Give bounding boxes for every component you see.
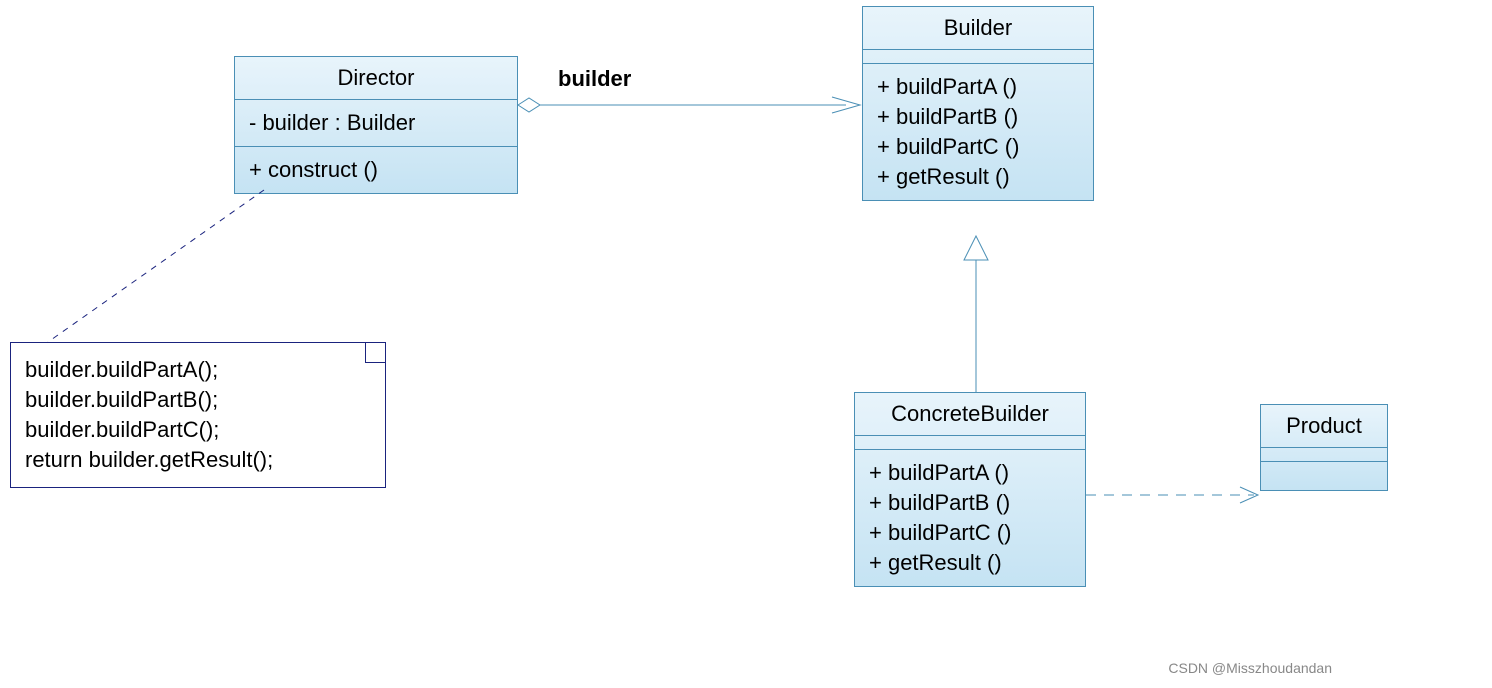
method-row: + buildPartB () (877, 102, 1079, 132)
class-title: Builder (863, 7, 1093, 50)
uml-note: builder.buildPartA(); builder.buildPartB… (10, 342, 386, 488)
method-row: + buildPartC () (869, 518, 1071, 548)
method-row: + getResult () (877, 162, 1079, 192)
aggregation-diamond-icon (518, 98, 540, 112)
class-methods: + buildPartA () + buildPartB () + buildP… (855, 450, 1085, 586)
class-title: ConcreteBuilder (855, 393, 1085, 436)
note-fold-icon (365, 343, 385, 363)
method-row: + getResult () (869, 548, 1071, 578)
class-concrete-builder: ConcreteBuilder + buildPartA () + buildP… (854, 392, 1086, 587)
class-attrs-empty (1261, 448, 1387, 462)
method-row: + buildPartB () (869, 488, 1071, 518)
class-methods-empty (1261, 462, 1387, 490)
class-attrs-empty (855, 436, 1085, 450)
class-product: Product (1260, 404, 1388, 491)
class-builder: Builder + buildPartA () + buildPartB () … (862, 6, 1094, 201)
class-methods: + construct () (235, 147, 517, 193)
class-title: Director (235, 57, 517, 100)
arrow-open-icon (832, 97, 860, 113)
class-director: Director - builder : Builder + construct… (234, 56, 518, 194)
note-line: builder.buildPartA(); (25, 355, 371, 385)
note-line: return builder.getResult(); (25, 445, 371, 475)
class-attrs-empty (863, 50, 1093, 64)
class-attrs: - builder : Builder (235, 100, 517, 147)
method-row: + buildPartA () (869, 458, 1071, 488)
generalization-triangle-icon (964, 236, 988, 260)
attr-row: - builder : Builder (249, 108, 503, 138)
method-row: + buildPartA () (877, 72, 1079, 102)
note-anchor-line (48, 190, 264, 342)
method-row: + construct () (249, 155, 503, 185)
association-label: builder (558, 66, 631, 92)
arrow-open-icon (1240, 487, 1258, 503)
method-row: + buildPartC () (877, 132, 1079, 162)
watermark: CSDN @Misszhoudandan (1168, 660, 1332, 676)
note-line: builder.buildPartC(); (25, 415, 371, 445)
class-title: Product (1261, 405, 1387, 448)
note-line: builder.buildPartB(); (25, 385, 371, 415)
class-methods: + buildPartA () + buildPartB () + buildP… (863, 64, 1093, 200)
